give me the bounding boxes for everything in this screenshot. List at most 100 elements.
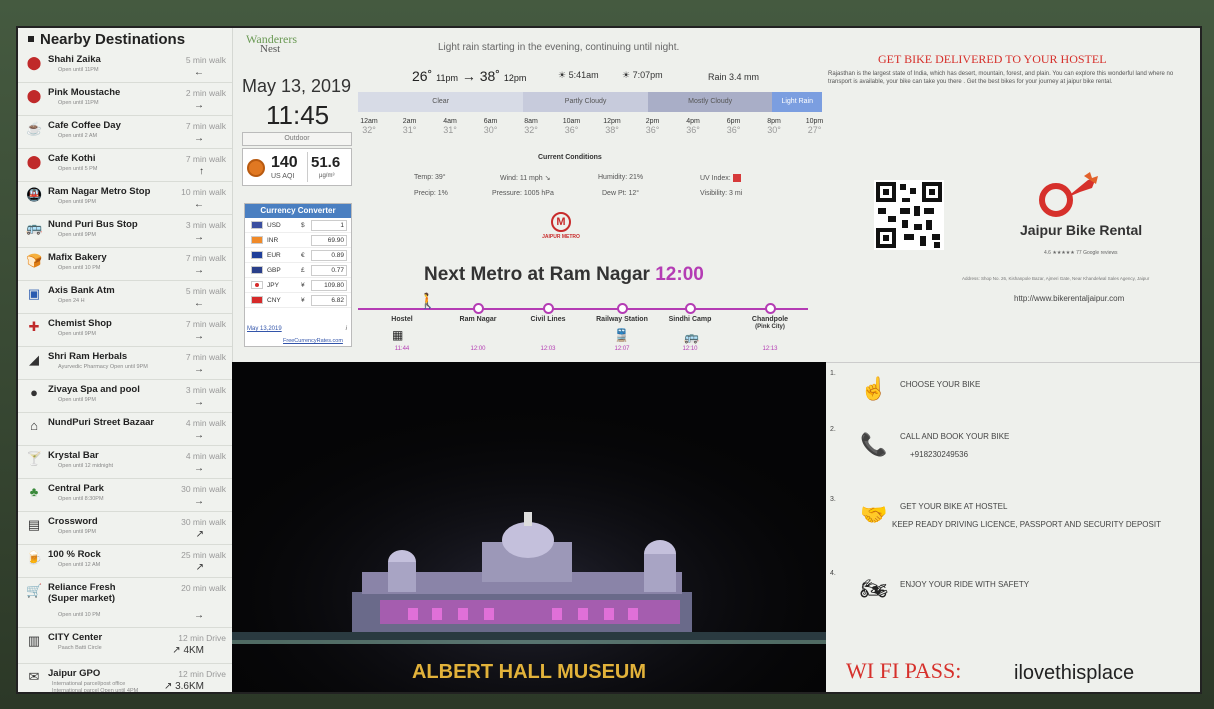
uv-index: UV Index: — [700, 174, 741, 182]
destination-item[interactable]: ▥ CITY Center Paach Batti Circle 12 min Dri… — [18, 628, 232, 664]
currency-value-input[interactable]: 6.82 — [311, 295, 347, 306]
destination-distance: 30 min walk — [181, 517, 226, 527]
hour-label: 2am — [402, 118, 417, 125]
currency-row: CNY ¥6.82 — [245, 293, 351, 308]
destination-hours: Open until 10 PM — [58, 612, 101, 618]
currency-date-link[interactable]: May 13,2019 — [247, 326, 282, 332]
destination-item[interactable]: ⬤ Pink Moustache Open until 11PM 2 min walk… — [18, 83, 232, 116]
metro-logo-icon: M — [551, 212, 571, 232]
direction-arrow-icon: → — [194, 265, 204, 276]
phone-icon: 📞 — [860, 432, 888, 457]
outdoor-label: Outdoor — [242, 132, 352, 146]
direction-arrow-icon: → — [194, 364, 204, 375]
destination-name: Cafe Coffee Day — [48, 120, 121, 131]
destination-distance: 7 min walk — [185, 121, 226, 131]
destination-name: Crossword — [48, 516, 98, 527]
step-text: CHOOSE YOUR BIKE — [900, 380, 981, 389]
destination-item[interactable]: 🚌 Nund Puri Bus Stop Open until 9PM 3 min w… — [18, 215, 232, 248]
destination-distance: 12 min Drive — [178, 633, 226, 643]
company-address: Address: Shop No. 26, Kishanpole Bazar, … — [962, 276, 1150, 281]
currency-source-link[interactable]: FreeCurrencyRates.com — [283, 338, 343, 344]
destination-item[interactable]: ▣ Axis Bank Atm Open 24 H 5 min walk ← — [18, 281, 232, 314]
destination-item[interactable]: 🚇 Ram Nagar Metro Stop Open until 9PM 10 mi… — [18, 182, 232, 215]
station-dot — [765, 303, 776, 314]
direction-arrow-icon: → — [194, 100, 204, 111]
company-website-link[interactable]: http://www.bikerentaljaipur.com — [1014, 294, 1124, 303]
hour-label: 6pm — [726, 118, 741, 125]
destination-distance: 5 min walk — [185, 55, 226, 65]
destination-name: Zivaya Spa and pool — [48, 384, 140, 395]
destination-item[interactable]: ▤ Crossword Open until 9PM 30 min walk ↗ — [18, 512, 232, 545]
currency-symbol: ¥ — [301, 282, 305, 289]
currency-value-input[interactable]: 109.80 — [311, 280, 347, 291]
currency-code: INR — [267, 237, 279, 244]
direction-arrow-icon: ↗ — [195, 529, 204, 540]
destination-hours: International parcel Open until 4PM — [52, 688, 139, 694]
nearby-destinations-title: Nearby Destinations — [18, 28, 232, 50]
currency-symbol: £ — [301, 267, 305, 274]
destination-item[interactable]: 🍞 Mafix Bakery Open until 10 PM 7 min walk → — [18, 248, 232, 281]
sunset-icon: ☀ — [622, 70, 631, 80]
destination-item[interactable]: ⬤ Shahi Zaika Open until 11PM 5 min walk ← — [18, 50, 232, 83]
step-number: 4. — [830, 570, 836, 577]
brand-logo: Wanderers Nest — [246, 32, 298, 55]
direction-arrow-icon: → — [194, 496, 204, 507]
destination-item[interactable]: 🍸 Krystal Bar Open until 12 midnight 4 min … — [18, 446, 232, 479]
hand-tap-icon: ☝ — [860, 376, 888, 401]
hour-label: 10pm — [805, 118, 824, 125]
destination-hours: Open until 9PM — [58, 232, 96, 238]
signage-screen: Nearby Destinations ⬤ Shahi Zaika Open unt… — [16, 26, 1202, 694]
park-bench-icon: ♣ — [29, 484, 39, 499]
museum-photo: ALBERT HALL MUSEUM — [232, 362, 826, 692]
destination-item[interactable]: 🍺 100 % Rock Open until 12 AM 25 min walk ↗ — [18, 545, 232, 578]
museum-title: ALBERT HALL MUSEUM — [411, 661, 647, 683]
location-pin-icon: ⬤ — [26, 88, 42, 103]
destination-item[interactable]: ⌂ NundPuri Street Bazaar 4 min walk → — [18, 413, 232, 446]
currency-value-input[interactable]: 0.77 — [311, 265, 347, 276]
direction-arrow-icon: → — [194, 232, 204, 243]
hour-temp: 31° — [443, 125, 457, 135]
station-name: Railway Station — [596, 316, 648, 323]
divider — [826, 362, 1200, 363]
hour-temp: 32° — [362, 125, 376, 135]
metro-train-icon: 🚇 — [26, 187, 43, 202]
current-visibility: Visibility: 3 mi — [700, 190, 743, 197]
hour-forecast: 10pm 27° — [800, 118, 830, 135]
destination-distance: 7 min walk — [185, 154, 226, 164]
currency-value-input[interactable]: 69.90 — [311, 235, 347, 246]
step-number: 2. — [830, 426, 836, 433]
currency-rows: USD $1 INR 69.90 EUR €0.89 GBP £0.77 JPY ¥109.80 C… — [245, 218, 351, 308]
direction-arrow-icon: ← — [194, 67, 204, 78]
currency-value-input[interactable]: 1 — [311, 220, 347, 231]
handover-icon: 🤝 — [860, 502, 888, 527]
direction-arrow-icon: ↑ — [199, 166, 204, 177]
wifi-password: ilovethisplace — [1014, 662, 1135, 684]
qr-code[interactable] — [874, 180, 944, 250]
destination-item[interactable]: ☕ Cafe Coffee Day Open until 2 AM 7 min wal… — [18, 116, 232, 149]
destination-item[interactable]: ⬤ Cafe Kothi Open until 5 PM 7 min walk ↑ — [18, 149, 232, 182]
step-detail: KEEP READY DRIVING LICENCE, PASSPORT AND… — [892, 520, 1161, 529]
destination-item[interactable]: 🛒 Reliance Fresh (Super market) Open until… — [18, 578, 232, 628]
currency-row: USD $1 — [245, 218, 351, 233]
motorbike-icon: 🏍 — [860, 576, 888, 601]
destination-item[interactable]: ● Zivaya Spa and pool Open until 9PM 3 min … — [18, 380, 232, 413]
india-flag-icon — [251, 236, 263, 244]
destination-item[interactable]: ✚ Chemist Shop Open until 9PM 7 min walk → — [18, 314, 232, 347]
hour-forecast: 12am 32° — [354, 118, 384, 135]
destination-item[interactable]: ◢ Shri Ram Herbals Ayurvedic Pharmacy Open… — [18, 347, 232, 380]
hour-temp: 36° — [564, 125, 579, 135]
destination-item[interactable]: ♣ Central Park Open until 8:30PM 30 min wal… — [18, 479, 232, 512]
destination-item[interactable]: ✉ Jaipur GPO International parcel/post off… — [18, 664, 232, 694]
current-precip: Precip: 1% — [414, 190, 448, 197]
currency-value-input[interactable]: 0.89 — [311, 250, 347, 261]
station-time: 12:03 — [540, 346, 556, 352]
info-icon[interactable]: i — [346, 326, 347, 332]
train-icon: 🚆 — [614, 328, 629, 342]
promo-title: GET BIKE DELIVERED TO YOUR HOSTEL — [878, 52, 1107, 66]
temperature-range: 26˚ 11pm → 38˚ 12pm — [412, 68, 527, 84]
hour-forecast: 12pm 38° — [597, 118, 627, 135]
condition-segment: Partly Cloudy — [523, 92, 648, 112]
currency-converter-title: Currency Converter — [245, 204, 351, 218]
forecast-summary: Light rain starting in the evening, cont… — [438, 42, 680, 53]
shopping-cart-icon: 🛒 — [26, 583, 43, 598]
